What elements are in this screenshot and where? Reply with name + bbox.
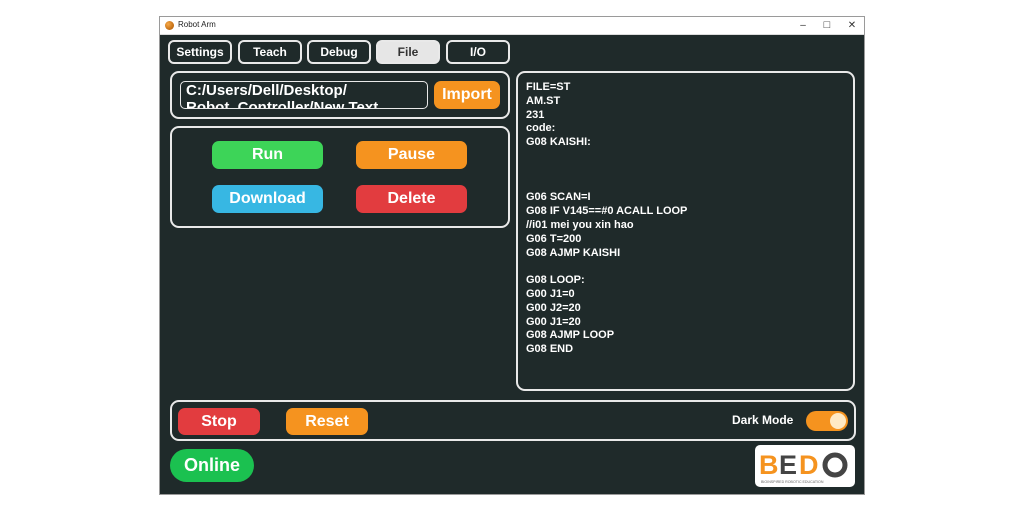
robot-arm-window: Robot Arm – □ ✕ Settings Teach Debug Fil… [159,16,865,495]
file-path-text: C:/Users/Dell/Desktop/ Robot_Controller/… [186,82,379,109]
code-text[interactable]: FILE=ST AM.ST 231 code: G08 KAISHI: G06 … [526,81,847,383]
stop-button[interactable]: Stop [178,408,260,435]
file-path-input[interactable]: C:/Users/Dell/Desktop/ Robot_Controller/… [180,81,428,109]
tab-io[interactable]: I/O [446,40,510,64]
tab-debug[interactable]: Debug [307,40,371,64]
minimize-button[interactable]: – [792,18,814,33]
bedo-logo-graphic: B E D BIOINSPIRED ROBOTIC EDUCATION [759,450,848,484]
logo-tagline: BIOINSPIRED ROBOTIC EDUCATION [761,480,824,484]
logo-d: D [799,450,819,480]
reset-button[interactable]: Reset [286,408,368,435]
logo-o [822,452,848,478]
close-button[interactable]: ✕ [841,18,863,33]
tab-file[interactable]: File [376,40,440,64]
run-button[interactable]: Run [212,141,323,169]
dark-mode-toggle[interactable] [806,411,848,431]
logo-b: B [759,450,779,480]
maximize-button[interactable]: □ [816,18,838,33]
tab-teach[interactable]: Teach [238,40,302,64]
dark-mode-label: Dark Mode [732,413,794,427]
logo-e: E [779,450,797,480]
actions-panel: Run Pause Download Delete [170,126,510,228]
code-panel: FILE=ST AM.ST 231 code: G08 KAISHI: G06 … [516,71,855,391]
bedo-logo: B E D BIOINSPIRED ROBOTIC EDUCATION [755,445,855,487]
app-icon [165,21,174,30]
window-title: Robot Arm [178,20,216,29]
download-button[interactable]: Download [212,185,323,213]
toggle-knob [830,413,846,429]
pause-button[interactable]: Pause [356,141,467,169]
delete-button[interactable]: Delete [356,185,467,213]
import-button[interactable]: Import [434,81,500,109]
file-path-panel: C:/Users/Dell/Desktop/ Robot_Controller/… [170,71,510,119]
online-status-badge: Online [170,449,254,482]
title-bar: Robot Arm – □ ✕ [160,17,864,35]
bottom-controls-panel: Stop Reset Dark Mode [170,400,856,441]
tab-settings[interactable]: Settings [168,40,232,64]
